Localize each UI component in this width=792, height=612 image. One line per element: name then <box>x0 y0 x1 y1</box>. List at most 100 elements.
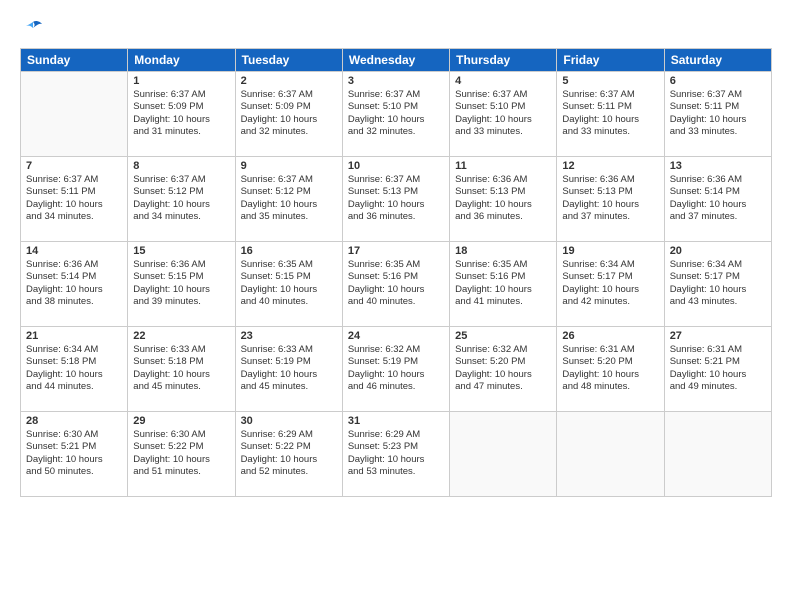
week-row-3: 14 Sunrise: 6:36 AM Sunset: 5:14 PM Dayli… <box>21 242 772 327</box>
day-cell: 3 Sunrise: 6:37 AM Sunset: 5:10 PM Daylig… <box>342 72 449 157</box>
day-number: 7 <box>26 160 122 172</box>
week-row-5: 28 Sunrise: 6:30 AM Sunset: 5:21 PM Dayli… <box>21 412 772 497</box>
day-info: Sunrise: 6:33 AM Sunset: 5:19 PM Dayligh… <box>241 344 337 393</box>
day-cell: 30 Sunrise: 6:29 AM Sunset: 5:22 PM Dayli… <box>235 412 342 497</box>
day-number: 29 <box>133 415 229 427</box>
day-cell: 22 Sunrise: 6:33 AM Sunset: 5:18 PM Dayli… <box>128 327 235 412</box>
day-info: Sunrise: 6:37 AM Sunset: 5:10 PM Dayligh… <box>455 89 551 138</box>
day-info: Sunrise: 6:37 AM Sunset: 5:11 PM Dayligh… <box>26 174 122 223</box>
day-number: 8 <box>133 160 229 172</box>
day-info: Sunrise: 6:33 AM Sunset: 5:18 PM Dayligh… <box>133 344 229 393</box>
day-cell: 25 Sunrise: 6:32 AM Sunset: 5:20 PM Dayli… <box>450 327 557 412</box>
day-number: 23 <box>241 330 337 342</box>
day-cell: 4Sunrise: 6:37 AM Sunset: 5:10 PM Daylig… <box>450 72 557 157</box>
day-number: 24 <box>348 330 444 342</box>
day-number: 26 <box>562 330 658 342</box>
day-cell: 28 Sunrise: 6:30 AM Sunset: 5:21 PM Dayli… <box>21 412 128 497</box>
col-header-sunday: Sunday <box>21 49 128 72</box>
day-info: Sunrise: 6:36 AM Sunset: 5:14 PM Dayligh… <box>26 259 122 308</box>
day-cell: 5 Sunrise: 6:37 AM Sunset: 5:11 PM Daylig… <box>557 72 664 157</box>
header <box>20 20 772 38</box>
day-cell: 16Sunrise: 6:35 AM Sunset: 5:15 PM Dayli… <box>235 242 342 327</box>
day-info: Sunrise: 6:37 AM Sunset: 5:11 PM Dayligh… <box>562 89 658 138</box>
day-cell: 2 Sunrise: 6:37 AM Sunset: 5:09 PM Daylig… <box>235 72 342 157</box>
day-info: Sunrise: 6:37 AM Sunset: 5:09 PM Dayligh… <box>133 89 229 138</box>
day-info: Sunrise: 6:35 AM Sunset: 5:16 PM Dayligh… <box>348 259 444 308</box>
day-number: 27 <box>670 330 766 342</box>
day-cell <box>557 412 664 497</box>
day-info: Sunrise: 6:31 AM Sunset: 5:20 PM Dayligh… <box>562 344 658 393</box>
day-info: Sunrise: 6:29 AM Sunset: 5:23 PM Dayligh… <box>348 429 444 478</box>
day-info: Sunrise: 6:35 AM Sunset: 5:16 PM Dayligh… <box>455 259 551 308</box>
day-info: Sunrise: 6:37 AM Sunset: 5:11 PM Dayligh… <box>670 89 766 138</box>
day-cell <box>21 72 128 157</box>
day-number: 16 <box>241 245 337 257</box>
week-row-4: 21 Sunrise: 6:34 AM Sunset: 5:18 PM Dayli… <box>21 327 772 412</box>
day-cell: 27 Sunrise: 6:31 AM Sunset: 5:21 PM Dayli… <box>664 327 771 412</box>
day-number: 21 <box>26 330 122 342</box>
day-number: 19 <box>562 245 658 257</box>
day-info: Sunrise: 6:36 AM Sunset: 5:13 PM Dayligh… <box>562 174 658 223</box>
day-number: 17 <box>348 245 444 257</box>
day-info: Sunrise: 6:37 AM Sunset: 5:10 PM Dayligh… <box>348 89 444 138</box>
day-cell: 23 Sunrise: 6:33 AM Sunset: 5:19 PM Dayli… <box>235 327 342 412</box>
day-cell: 9Sunrise: 6:37 AM Sunset: 5:12 PM Daylig… <box>235 157 342 242</box>
day-number: 3 <box>348 75 444 87</box>
day-info: Sunrise: 6:34 AM Sunset: 5:17 PM Dayligh… <box>670 259 766 308</box>
col-header-thursday: Thursday <box>450 49 557 72</box>
day-number: 9 <box>241 160 337 172</box>
day-cell: 11Sunrise: 6:36 AM Sunset: 5:13 PM Dayli… <box>450 157 557 242</box>
day-info: Sunrise: 6:29 AM Sunset: 5:22 PM Dayligh… <box>241 429 337 478</box>
day-number: 2 <box>241 75 337 87</box>
col-header-wednesday: Wednesday <box>342 49 449 72</box>
calendar-page: SundayMondayTuesdayWednesdayThursdayFrid… <box>0 0 792 612</box>
day-number: 1 <box>133 75 229 87</box>
day-info: Sunrise: 6:37 AM Sunset: 5:09 PM Dayligh… <box>241 89 337 138</box>
day-cell: 24 Sunrise: 6:32 AM Sunset: 5:19 PM Dayli… <box>342 327 449 412</box>
day-cell: 12 Sunrise: 6:36 AM Sunset: 5:13 PM Dayli… <box>557 157 664 242</box>
day-number: 30 <box>241 415 337 427</box>
week-row-2: 7 Sunrise: 6:37 AM Sunset: 5:11 PM Daylig… <box>21 157 772 242</box>
day-number: 18 <box>455 245 551 257</box>
day-info: Sunrise: 6:30 AM Sunset: 5:22 PM Dayligh… <box>133 429 229 478</box>
day-info: Sunrise: 6:32 AM Sunset: 5:20 PM Dayligh… <box>455 344 551 393</box>
day-cell <box>664 412 771 497</box>
day-cell: 19 Sunrise: 6:34 AM Sunset: 5:17 PM Dayli… <box>557 242 664 327</box>
col-header-saturday: Saturday <box>664 49 771 72</box>
day-cell: 26 Sunrise: 6:31 AM Sunset: 5:20 PM Dayli… <box>557 327 664 412</box>
day-cell: 7 Sunrise: 6:37 AM Sunset: 5:11 PM Daylig… <box>21 157 128 242</box>
header-row: SundayMondayTuesdayWednesdayThursdayFrid… <box>21 49 772 72</box>
day-info: Sunrise: 6:37 AM Sunset: 5:13 PM Dayligh… <box>348 174 444 223</box>
day-number: 28 <box>26 415 122 427</box>
day-cell: 10Sunrise: 6:37 AM Sunset: 5:13 PM Dayli… <box>342 157 449 242</box>
day-info: Sunrise: 6:32 AM Sunset: 5:19 PM Dayligh… <box>348 344 444 393</box>
day-cell: 1 Sunrise: 6:37 AM Sunset: 5:09 PM Daylig… <box>128 72 235 157</box>
day-info: Sunrise: 6:30 AM Sunset: 5:21 PM Dayligh… <box>26 429 122 478</box>
day-info: Sunrise: 6:34 AM Sunset: 5:18 PM Dayligh… <box>26 344 122 393</box>
day-cell: 20Sunrise: 6:34 AM Sunset: 5:17 PM Dayli… <box>664 242 771 327</box>
day-number: 5 <box>562 75 658 87</box>
day-info: Sunrise: 6:31 AM Sunset: 5:21 PM Dayligh… <box>670 344 766 393</box>
day-number: 22 <box>133 330 229 342</box>
logo-bird-icon <box>22 20 44 38</box>
day-cell: 6 Sunrise: 6:37 AM Sunset: 5:11 PM Daylig… <box>664 72 771 157</box>
day-number: 14 <box>26 245 122 257</box>
day-info: Sunrise: 6:36 AM Sunset: 5:14 PM Dayligh… <box>670 174 766 223</box>
day-number: 25 <box>455 330 551 342</box>
day-cell: 13 Sunrise: 6:36 AM Sunset: 5:14 PM Dayli… <box>664 157 771 242</box>
day-info: Sunrise: 6:37 AM Sunset: 5:12 PM Dayligh… <box>133 174 229 223</box>
day-cell: 17 Sunrise: 6:35 AM Sunset: 5:16 PM Dayli… <box>342 242 449 327</box>
day-cell: 21 Sunrise: 6:34 AM Sunset: 5:18 PM Dayli… <box>21 327 128 412</box>
col-header-monday: Monday <box>128 49 235 72</box>
day-number: 6 <box>670 75 766 87</box>
day-info: Sunrise: 6:36 AM Sunset: 5:13 PM Dayligh… <box>455 174 551 223</box>
day-number: 13 <box>670 160 766 172</box>
col-header-friday: Friday <box>557 49 664 72</box>
day-info: Sunrise: 6:34 AM Sunset: 5:17 PM Dayligh… <box>562 259 658 308</box>
calendar-table: SundayMondayTuesdayWednesdayThursdayFrid… <box>20 48 772 497</box>
week-row-1: 1 Sunrise: 6:37 AM Sunset: 5:09 PM Daylig… <box>21 72 772 157</box>
day-number: 12 <box>562 160 658 172</box>
logo <box>20 20 46 38</box>
day-info: Sunrise: 6:36 AM Sunset: 5:15 PM Dayligh… <box>133 259 229 308</box>
day-cell: 29 Sunrise: 6:30 AM Sunset: 5:22 PM Dayli… <box>128 412 235 497</box>
